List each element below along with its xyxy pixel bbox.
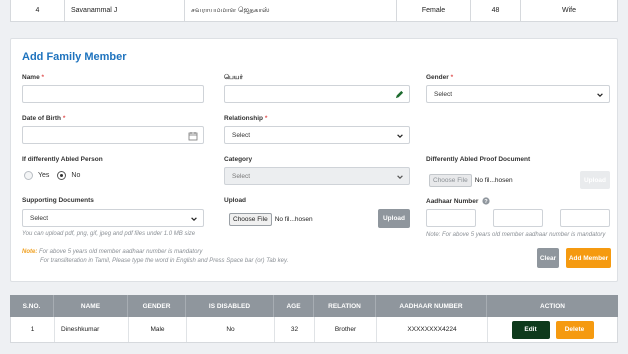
supporting-hint: You can upload pdf, png, gif, jpeg and p… bbox=[22, 231, 196, 237]
cell-relation: Brother bbox=[315, 317, 377, 342]
chevron-down-icon bbox=[191, 217, 197, 222]
aadhaar-part2[interactable] bbox=[493, 209, 543, 227]
note-line-1: Note: For above 5 years old member aadha… bbox=[22, 249, 203, 255]
delete-button[interactable]: Delete bbox=[555, 320, 594, 339]
cell-gender: Male bbox=[129, 317, 187, 342]
relationship-selected: Select bbox=[232, 132, 251, 139]
previous-member-row: 4 Savanammal J சவராயமமாள ஜெதகாஸ் Female … bbox=[10, 0, 618, 22]
category-label: Category bbox=[224, 156, 253, 163]
cell-disabled: No bbox=[187, 317, 275, 342]
chevron-down-icon bbox=[597, 93, 603, 98]
aadhaar-label: Aadhaar Number ? bbox=[426, 197, 490, 205]
dob-input[interactable] bbox=[22, 126, 204, 144]
page: 4 Savanammal J சவராயமமாள ஜெதகாஸ் Female … bbox=[0, 0, 628, 354]
add-family-member-card: Add Family Member Name * பெயர் Gender * … bbox=[10, 38, 618, 282]
name-tamil-input[interactable] bbox=[224, 85, 410, 103]
dob-label: Date of Birth * bbox=[22, 115, 66, 122]
chevron-down-icon bbox=[397, 134, 403, 139]
header-age: AGE bbox=[274, 295, 314, 317]
upload-button[interactable]: Upload bbox=[378, 209, 410, 228]
aadhaar-part1[interactable] bbox=[426, 209, 476, 227]
header-aadhaar: AADHAAR NUMBER bbox=[376, 295, 487, 317]
gender-label: Gender * bbox=[426, 74, 454, 81]
choose-file-button[interactable]: Choose File bbox=[229, 212, 272, 226]
cell-action: Edit Delete bbox=[488, 317, 617, 342]
prev-gender: Female bbox=[397, 0, 471, 21]
gender-select[interactable]: Select bbox=[426, 85, 610, 103]
cell-aadhaar: XXXXXXXX4224 bbox=[377, 317, 488, 342]
prev-relation: Wife bbox=[562, 7, 576, 14]
chevron-down-icon bbox=[397, 175, 403, 180]
radio-no[interactable] bbox=[57, 171, 67, 180]
clear-button[interactable]: Clear bbox=[537, 248, 559, 268]
category-select[interactable]: Select bbox=[224, 167, 410, 185]
cell-name: Dineshkumar bbox=[55, 317, 129, 342]
upload-file[interactable]: Choose File No fil...hosen bbox=[226, 210, 313, 228]
header-relation: RELATION bbox=[314, 295, 376, 317]
proof-doc-file[interactable]: Choose File No fil...hosen bbox=[426, 171, 513, 189]
header-is-disabled: IS DISABLED bbox=[186, 295, 274, 317]
table-header: S.NO. NAME GENDER IS DISABLED AGE RELATI… bbox=[10, 295, 618, 317]
table-row: 1 Dineshkumar Male No 32 Brother XXXXXXX… bbox=[10, 317, 618, 343]
proof-upload-button[interactable]: Upload bbox=[580, 171, 610, 189]
header-gender: GENDER bbox=[128, 295, 186, 317]
name-label: Name * bbox=[22, 74, 45, 81]
header-action: ACTION bbox=[540, 302, 565, 310]
proof-file-text: No fil...hosen bbox=[474, 176, 513, 184]
relationship-select[interactable]: Select bbox=[224, 126, 410, 144]
header-name: NAME bbox=[54, 295, 128, 317]
name-tamil-label: பெயர் bbox=[224, 74, 243, 81]
cell-age: 32 bbox=[275, 317, 315, 342]
header-sno: S.NO. bbox=[10, 295, 54, 317]
upload-label: Upload bbox=[224, 197, 247, 204]
svg-text:?: ? bbox=[484, 199, 488, 205]
members-table: S.NO. NAME GENDER IS DISABLED AGE RELATI… bbox=[10, 295, 618, 343]
help-circle-icon[interactable]: ? bbox=[482, 197, 490, 205]
radio-yes[interactable] bbox=[24, 171, 33, 180]
proof-choose-file-button[interactable]: Choose File bbox=[429, 173, 472, 187]
add-member-button[interactable]: Add Member bbox=[566, 248, 611, 268]
prev-sno: 4 bbox=[11, 0, 65, 21]
category-selected: Select bbox=[232, 173, 251, 180]
name-input[interactable] bbox=[22, 85, 204, 103]
calendar-icon bbox=[188, 132, 198, 141]
cell-sno: 1 bbox=[11, 317, 55, 342]
note-line-2: For transliteration in Tamil, Please typ… bbox=[40, 258, 289, 264]
radio-no-label: No bbox=[71, 172, 81, 179]
supporting-docs-select[interactable]: Select bbox=[22, 209, 204, 227]
prev-age: 48 bbox=[471, 0, 521, 21]
disabled-radio-group: Yes No bbox=[24, 171, 80, 180]
supporting-docs-label: Supporting Documents bbox=[22, 197, 94, 204]
radio-yes-label: Yes bbox=[38, 172, 50, 179]
card-title: Add Family Member bbox=[22, 51, 127, 63]
relationship-label: Relationship * bbox=[224, 115, 268, 122]
aadhaar-part3[interactable] bbox=[560, 209, 610, 227]
gender-selected: Select bbox=[434, 91, 453, 98]
proof-doc-label: Differently Abled Proof Document bbox=[426, 156, 531, 163]
pencil-icon bbox=[395, 90, 404, 99]
prev-name-tamil: சவராயமமாள ஜெதகாஸ் bbox=[185, 0, 397, 21]
supporting-selected: Select bbox=[30, 215, 49, 222]
prev-name: Savanammal J bbox=[65, 0, 185, 21]
upload-file-text: No fil...hosen bbox=[274, 215, 313, 223]
disabled-label: If differently Abled Person bbox=[22, 156, 103, 163]
edit-button[interactable]: Edit bbox=[511, 320, 550, 339]
aadhaar-hint: Note: For above 5 years old member aadha… bbox=[426, 232, 606, 238]
